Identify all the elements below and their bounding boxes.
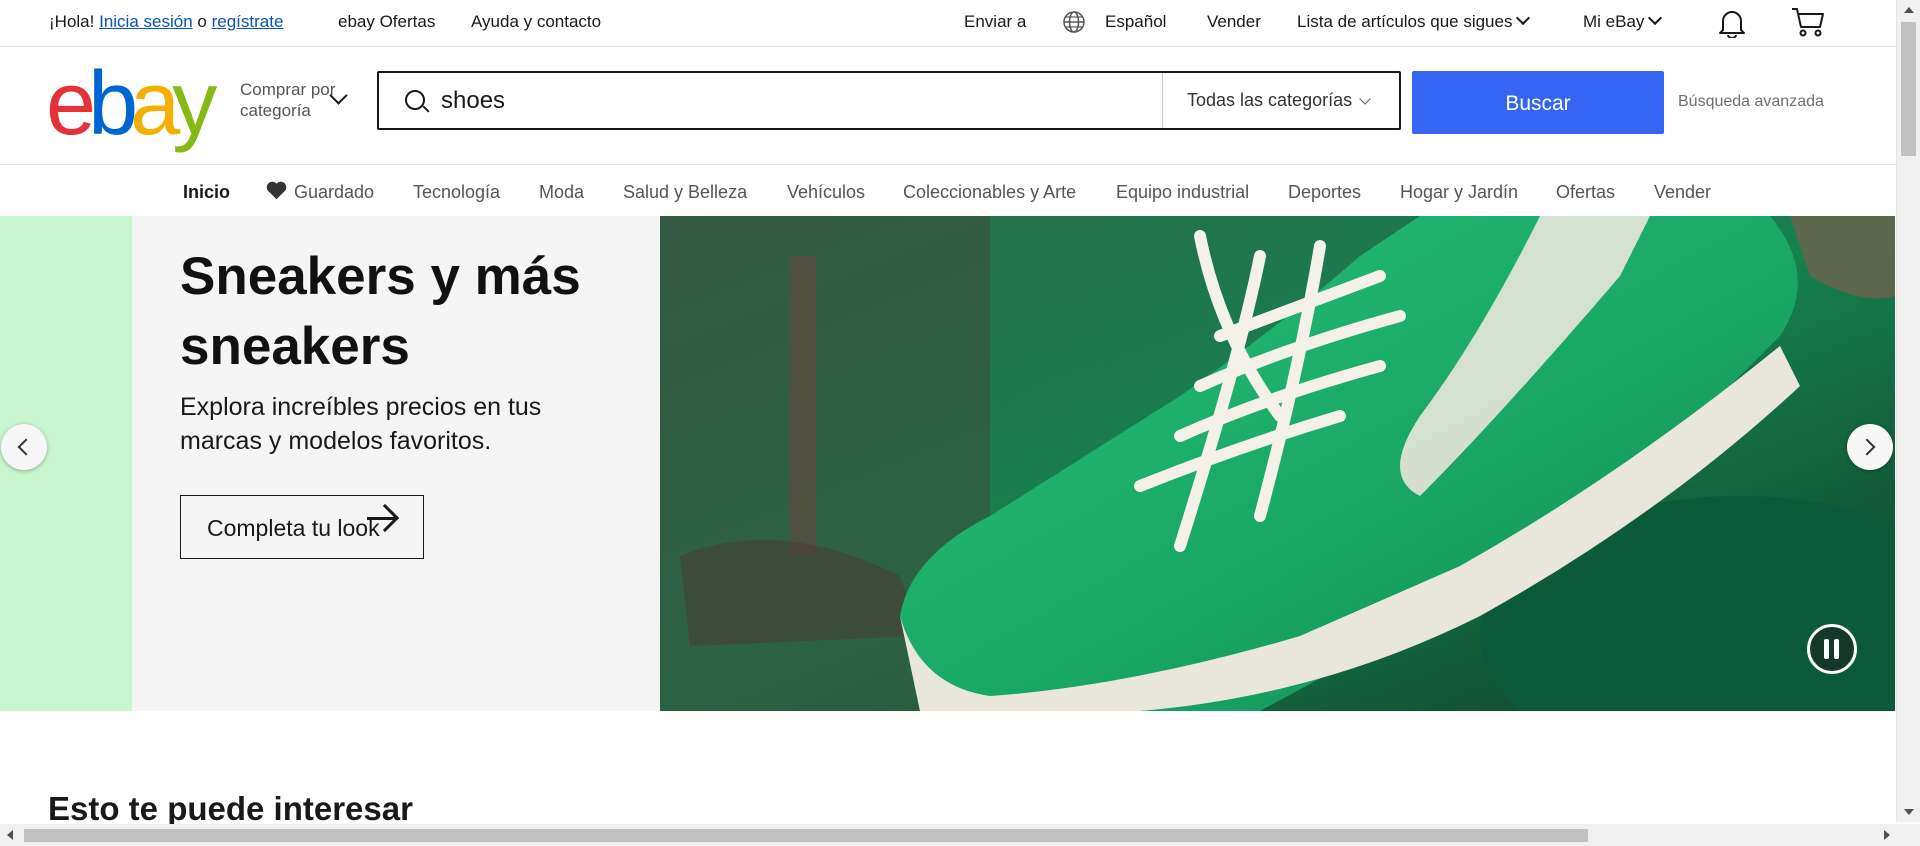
arrow-right-icon (367, 517, 397, 520)
horizontal-scroll-thumb[interactable] (24, 829, 1588, 842)
logo-letter: b (88, 54, 138, 154)
language-selector[interactable]: Español (1105, 12, 1166, 32)
top-utility-bar: ¡Hola! Inicia sesión o regístrate ebay O… (0, 0, 1897, 47)
vertical-scrollbar[interactable] (1896, 0, 1920, 822)
chevron-left-icon (17, 438, 35, 456)
watchlist-label: Lista de artículos que sigues (1297, 12, 1513, 31)
sell-link[interactable]: Vender (1207, 12, 1261, 32)
chevron-down-icon (1648, 10, 1663, 26)
carousel-pause-button[interactable] (1807, 624, 1857, 674)
nav-item-fashion[interactable]: Moda (539, 182, 584, 202)
nav-item-collectibles[interactable]: Coleccionables y Arte (903, 182, 1076, 202)
nav-item-saved[interactable]: Guardado (268, 182, 375, 202)
my-ebay-label: Mi eBay (1583, 12, 1645, 31)
help-link[interactable]: Ayuda y contacto (471, 12, 601, 32)
carousel-next-button[interactable] (1847, 424, 1893, 470)
deals-link[interactable]: ebay Ofertas (338, 12, 435, 32)
cart-icon[interactable] (1791, 7, 1825, 42)
carousel-prev-button[interactable] (1, 424, 47, 470)
category-select-label: Todas las categorías (1187, 90, 1353, 110)
scroll-left-icon[interactable] (7, 830, 13, 840)
chevron-down-icon (1516, 10, 1531, 26)
sneaker-illustration (660, 216, 1895, 711)
nav-item-saved-label: Guardado (294, 182, 375, 202)
nav-item-sports[interactable]: Deportes (1288, 182, 1361, 202)
nav-item-tech[interactable]: Tecnología (413, 182, 500, 202)
horizontal-scrollbar[interactable] (0, 824, 1897, 846)
my-ebay-dropdown[interactable]: Mi eBay (1583, 10, 1663, 32)
shop-by-category-button[interactable]: Comprar por categoría (240, 79, 350, 121)
search-bar: Todas las categorías (377, 71, 1401, 130)
hero-sneaker-image[interactable] (660, 216, 1895, 711)
signin-link[interactable]: Inicia sesión (99, 12, 193, 31)
watchlist-dropdown[interactable]: Lista de artículos que sigues (1297, 10, 1531, 32)
shop-by-category-label: Comprar por categoría (240, 80, 336, 120)
hero-title: Sneakers y más sneakers (180, 247, 581, 376)
scroll-down-icon[interactable] (1904, 809, 1914, 815)
nav-item-home-garden[interactable]: Hogar y Jardín (1400, 182, 1518, 202)
scroll-right-icon[interactable] (1884, 830, 1890, 840)
nav-item-vehicles[interactable]: Vehículos (787, 182, 865, 202)
nav-item-health-beauty[interactable]: Salud y Belleza (623, 182, 747, 202)
ebay-logo[interactable]: ebay (46, 59, 217, 149)
chevron-down-icon (1359, 93, 1371, 105)
greeting: ¡Hola! Inicia sesión o regístrate (49, 12, 283, 32)
scrollbar-corner (1897, 824, 1920, 846)
nav-item-sell[interactable]: Vender (1654, 182, 1711, 202)
logo-letter: a (130, 54, 180, 154)
ship-to-button[interactable]: Enviar a (964, 12, 1026, 32)
or-text: o (197, 12, 207, 31)
register-link[interactable]: regístrate (212, 12, 284, 31)
logo-letter: y (172, 54, 217, 154)
search-button[interactable]: Buscar (1412, 71, 1664, 134)
greeting-text: ¡Hola! (49, 12, 95, 31)
hero-carousel: Sneakers y más sneakers Explora increíbl… (0, 216, 1895, 711)
heart-icon (268, 183, 285, 200)
hero-cta-button[interactable]: Completa tu look (180, 495, 424, 559)
bell-icon[interactable] (1718, 8, 1746, 43)
scroll-up-icon[interactable] (1904, 7, 1914, 13)
nav-item-home[interactable]: Inicio (183, 182, 231, 219)
vertical-scroll-thumb[interactable] (1901, 22, 1916, 156)
nav-item-industrial[interactable]: Equipo industrial (1116, 182, 1249, 202)
chevron-right-icon (1858, 438, 1876, 456)
hero-cta-label: Completa tu look (207, 515, 380, 541)
nav-item-deals[interactable]: Ofertas (1556, 182, 1615, 202)
logo-letter: e (46, 54, 96, 154)
globe-icon[interactable] (1062, 10, 1086, 39)
category-nav: Inicio Guardado Tecnología Moda Salud y … (0, 164, 1897, 219)
search-icon (405, 90, 425, 110)
hero-subtitle: Explora increíbles precios en tus marcas… (180, 393, 542, 455)
section-title: Esto te puede interesar (48, 790, 413, 827)
advanced-search-link[interactable]: Búsqueda avanzada (1678, 93, 1824, 111)
category-select[interactable]: Todas las categorías (1162, 73, 1399, 128)
search-input[interactable] (441, 83, 1021, 119)
